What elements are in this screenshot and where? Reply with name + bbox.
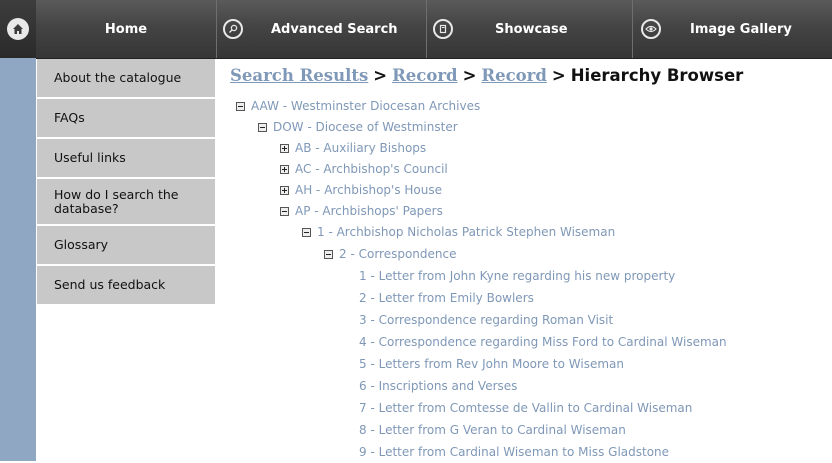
collapse-icon[interactable] (258, 123, 267, 132)
sidebar-item-label: How do I search the database? (54, 186, 179, 216)
collapse-icon[interactable] (280, 207, 289, 216)
tree-node[interactable]: 2 - Correspondence (324, 244, 457, 265)
tree-leaf[interactable]: 5 - Letters from Rev John Moore to Wisem… (359, 354, 624, 375)
tree-leaf[interactable]: 9 - Letter from Cardinal Wiseman to Miss… (359, 442, 669, 463)
tree-node[interactable]: 1 - Archbishop Nicholas Patrick Stephen … (302, 222, 615, 243)
tree-node-label[interactable]: 8 - Letter from G Veran to Cardinal Wise… (359, 420, 626, 441)
expand-icon[interactable] (280, 186, 289, 195)
breadcrumb-record-link[interactable]: Record (481, 66, 547, 85)
nav-home-label: Home (104, 21, 148, 37)
nav-advanced-search-label: Advanced Search (271, 21, 398, 37)
tree-node[interactable]: DOW - Diocese of Westminster (258, 117, 458, 138)
tree-node-label[interactable]: 2 - Correspondence (339, 244, 457, 265)
tree-node-label[interactable]: 5 - Letters from Rev John Moore to Wisem… (359, 354, 624, 375)
tree-node-label[interactable]: AP - Archbishops' Papers (295, 201, 443, 222)
home-icon[interactable] (0, 0, 36, 58)
nav-home[interactable]: Home (36, 0, 216, 58)
sidebar-item-how-to-search[interactable]: How do I search the database? (37, 179, 215, 226)
tree-leaf[interactable]: 6 - Inscriptions and Verses (359, 376, 517, 397)
sidebar-item-label: Send us feedback (54, 277, 166, 292)
breadcrumb-search-results-link[interactable]: Search Results (230, 66, 368, 85)
tree-leaf[interactable]: 3 - Correspondence regarding Roman Visit (359, 310, 613, 331)
tree-node[interactable]: AC - Archbishop's Council (280, 159, 448, 180)
sidebar-item-useful-links[interactable]: Useful links (37, 139, 215, 179)
top-navigation: Home Advanced Search Showcase Image Gall… (0, 0, 832, 59)
nav-showcase-label: Showcase (495, 21, 568, 37)
eye-icon (641, 19, 661, 39)
collapse-icon[interactable] (236, 102, 245, 111)
tree-node[interactable]: AH - Archbishop's House (280, 180, 442, 201)
sidebar-item-label: Useful links (54, 150, 126, 165)
tree-leaf[interactable]: 4 - Correspondence regarding Miss Ford t… (359, 332, 727, 353)
sidebar-item-faqs[interactable]: FAQs (37, 99, 215, 139)
tree-node[interactable]: AP - Archbishops' Papers (280, 201, 443, 222)
tree-leaf[interactable]: 7 - Letter from Comtesse de Vallin to Ca… (359, 398, 692, 419)
breadcrumb-separator: > (462, 66, 477, 85)
tree-leaf[interactable]: 8 - Letter from G Veran to Cardinal Wise… (359, 420, 626, 441)
breadcrumb-record-link[interactable]: Record (392, 66, 458, 85)
sidebar-item-label: FAQs (54, 110, 85, 125)
tree-node-label[interactable]: AC - Archbishop's Council (295, 159, 448, 180)
sidebar-item-label: Glossary (54, 237, 109, 252)
nav-advanced-search[interactable]: Advanced Search (216, 0, 426, 58)
tree-node-label[interactable]: 3 - Correspondence regarding Roman Visit (359, 310, 613, 331)
sidebar-item-feedback[interactable]: Send us feedback (37, 266, 215, 306)
tree-node-label[interactable]: 9 - Letter from Cardinal Wiseman to Miss… (359, 442, 669, 463)
tree-node-label[interactable]: AAW - Westminster Diocesan Archives (251, 96, 480, 117)
sidebar-item-glossary[interactable]: Glossary (37, 226, 215, 266)
tree-node-label[interactable]: 2 - Letter from Emily Bowlers (359, 288, 534, 309)
tree-node-label[interactable]: 4 - Correspondence regarding Miss Ford t… (359, 332, 727, 353)
nav-showcase[interactable]: Showcase (426, 0, 632, 58)
collapse-icon[interactable] (302, 228, 311, 237)
breadcrumb: Search Results > Record > Record > Hierarchy B… (230, 66, 743, 85)
tree-leaf[interactable]: 1 - Letter from John Kyne regarding his … (359, 266, 675, 287)
book-icon (433, 19, 453, 39)
expand-icon[interactable] (280, 165, 289, 174)
tree-node-label[interactable]: 7 - Letter from Comtesse de Vallin to Ca… (359, 398, 692, 419)
nav-image-gallery[interactable]: Image Gallery (632, 0, 832, 58)
tree-node-label[interactable]: 1 - Letter from John Kyne regarding his … (359, 266, 675, 287)
tree-node-label[interactable]: 1 - Archbishop Nicholas Patrick Stephen … (317, 222, 615, 243)
collapse-icon[interactable] (324, 250, 333, 259)
tree-node[interactable]: AAW - Westminster Diocesan Archives (236, 96, 480, 117)
tree-node-label[interactable]: DOW - Diocese of Westminster (273, 117, 458, 138)
sidebar-item-about[interactable]: About the catalogue (37, 59, 215, 99)
tree-node-label[interactable]: AB - Auxiliary Bishops (295, 138, 426, 159)
tree-leaf[interactable]: 2 - Letter from Emily Bowlers (359, 288, 534, 309)
tree-node[interactable]: AB - Auxiliary Bishops (280, 138, 426, 159)
page-title: Hierarchy Browser (570, 66, 744, 85)
left-accent-strip (0, 58, 36, 461)
sidebar-item-label: About the catalogue (54, 70, 182, 85)
breadcrumb-separator: > (551, 66, 566, 85)
tree-node-label[interactable]: AH - Archbishop's House (295, 180, 442, 201)
tree-node-label[interactable]: 6 - Inscriptions and Verses (359, 376, 517, 397)
breadcrumb-separator: > (373, 66, 388, 85)
expand-icon[interactable] (280, 144, 289, 153)
nav-image-gallery-label: Image Gallery (690, 21, 792, 37)
search-icon (223, 19, 243, 39)
sidebar: About the catalogue FAQs Useful links Ho… (37, 59, 215, 306)
